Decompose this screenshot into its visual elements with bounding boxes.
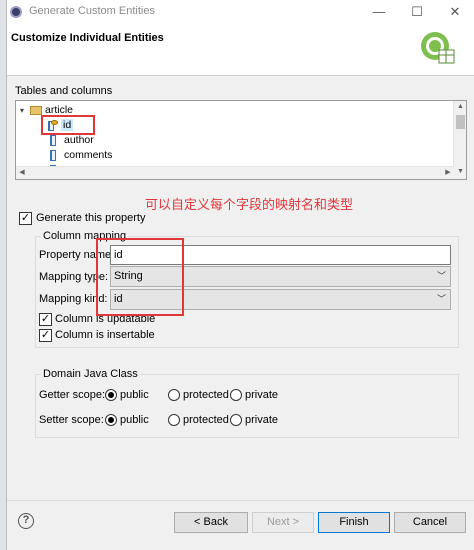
scroll-right-arrow-icon[interactable]: ▶ [442, 167, 454, 179]
generate-property-checkbox[interactable]: ✓ [19, 212, 32, 225]
setter-protected-radio[interactable] [168, 414, 180, 426]
tree-item-column-comments[interactable]: comments [50, 148, 112, 163]
title-bar: Generate Custom Entities — ☐ ✕ [7, 0, 474, 24]
tree-horizontal-scrollbar[interactable]: ◀ ▶ [16, 166, 454, 179]
tables-tree[interactable]: ▾article id author comments content ▲ ▼ … [15, 100, 467, 180]
property-name-label: Property name: [39, 249, 115, 261]
tree-item-column-id[interactable]: id [48, 118, 74, 133]
chevron-down-icon: ﹀ [436, 294, 446, 304]
getter-scope-label: Getter scope: [39, 389, 106, 401]
column-icon [50, 149, 56, 161]
back-button[interactable]: < Back [174, 512, 248, 533]
domain-java-class-group [35, 374, 459, 438]
mapping-kind-label: Mapping kind: [39, 293, 108, 305]
mapping-type-label: Mapping type: [39, 271, 109, 283]
mapping-type-value: String [114, 270, 143, 282]
window-title: Generate Custom Entities [29, 5, 155, 17]
dialog-window: Generate Custom Entities — ☐ ✕ Customize… [6, 0, 474, 550]
finish-button[interactable]: Finish [318, 512, 390, 533]
help-icon[interactable]: ? [18, 513, 34, 529]
maximize-button[interactable]: ☐ [403, 3, 431, 21]
mapping-kind-value: id [114, 293, 123, 305]
table-icon [30, 105, 42, 115]
tree-vertical-scrollbar[interactable]: ▲ ▼ [453, 101, 466, 179]
setter-private-radio[interactable] [230, 414, 242, 426]
expand-caret-icon[interactable]: ▾ [20, 103, 30, 118]
generate-property-label: Generate this property [36, 212, 146, 224]
scroll-thumb[interactable] [456, 115, 465, 129]
wizard-logo-icon [421, 32, 455, 64]
chevron-down-icon: ﹀ [436, 271, 446, 281]
next-button[interactable]: Next > [252, 512, 314, 533]
column-mapping-label: Column mapping [41, 230, 129, 242]
column-icon [50, 134, 56, 146]
mapping-type-select[interactable]: String ﹀ [110, 266, 451, 287]
tree-item-label: id [61, 119, 74, 131]
footer-separator [7, 500, 474, 501]
annotation-text: 可以自定义每个字段的映射名和类型 [145, 198, 354, 213]
tree-item-label: author [64, 134, 94, 146]
setter-private-label: private [245, 414, 279, 426]
getter-protected-radio[interactable] [168, 389, 180, 401]
tree-item-column-author[interactable]: author [50, 133, 94, 148]
cancel-button[interactable]: Cancel [394, 512, 466, 533]
getter-private-label: private [245, 389, 279, 401]
setter-public-label: public [120, 414, 149, 426]
tree-item-table-article[interactable]: ▾ article [20, 103, 73, 118]
scroll-up-arrow-icon[interactable]: ▲ [454, 101, 466, 113]
property-name-input[interactable]: id [110, 245, 451, 265]
getter-public-label: public [120, 389, 149, 401]
setter-protected-label: protected [183, 414, 229, 426]
getter-private-radio[interactable] [230, 389, 242, 401]
tree-item-label: comments [64, 149, 113, 161]
page-title: Customize Individual Entities [11, 32, 164, 44]
column-updatable-label: Column is updatable [55, 313, 156, 325]
minimize-button[interactable]: — [365, 3, 393, 21]
column-updatable-checkbox[interactable]: ✓ [39, 313, 52, 326]
column-insertable-checkbox[interactable]: ✓ [39, 329, 52, 342]
getter-public-radio[interactable] [105, 389, 117, 401]
eclipse-app-icon [10, 6, 22, 18]
column-insertable-label: Column is insertable [55, 329, 155, 341]
setter-scope-label: Setter scope: [39, 414, 104, 426]
close-button[interactable]: ✕ [441, 3, 469, 21]
tree-item-label: article [45, 104, 74, 116]
scroll-left-arrow-icon[interactable]: ◀ [16, 167, 28, 179]
domain-java-class-label: Domain Java Class [41, 368, 140, 380]
primary-key-column-icon [48, 119, 58, 131]
mapping-kind-select[interactable]: id ﹀ [110, 289, 451, 310]
getter-protected-label: protected [183, 389, 229, 401]
tables-and-columns-label: Tables and columns [15, 85, 113, 97]
setter-public-radio[interactable] [105, 414, 117, 426]
wizard-header: Customize Individual Entities [7, 24, 474, 76]
scroll-down-arrow-icon[interactable]: ▼ [454, 166, 466, 178]
